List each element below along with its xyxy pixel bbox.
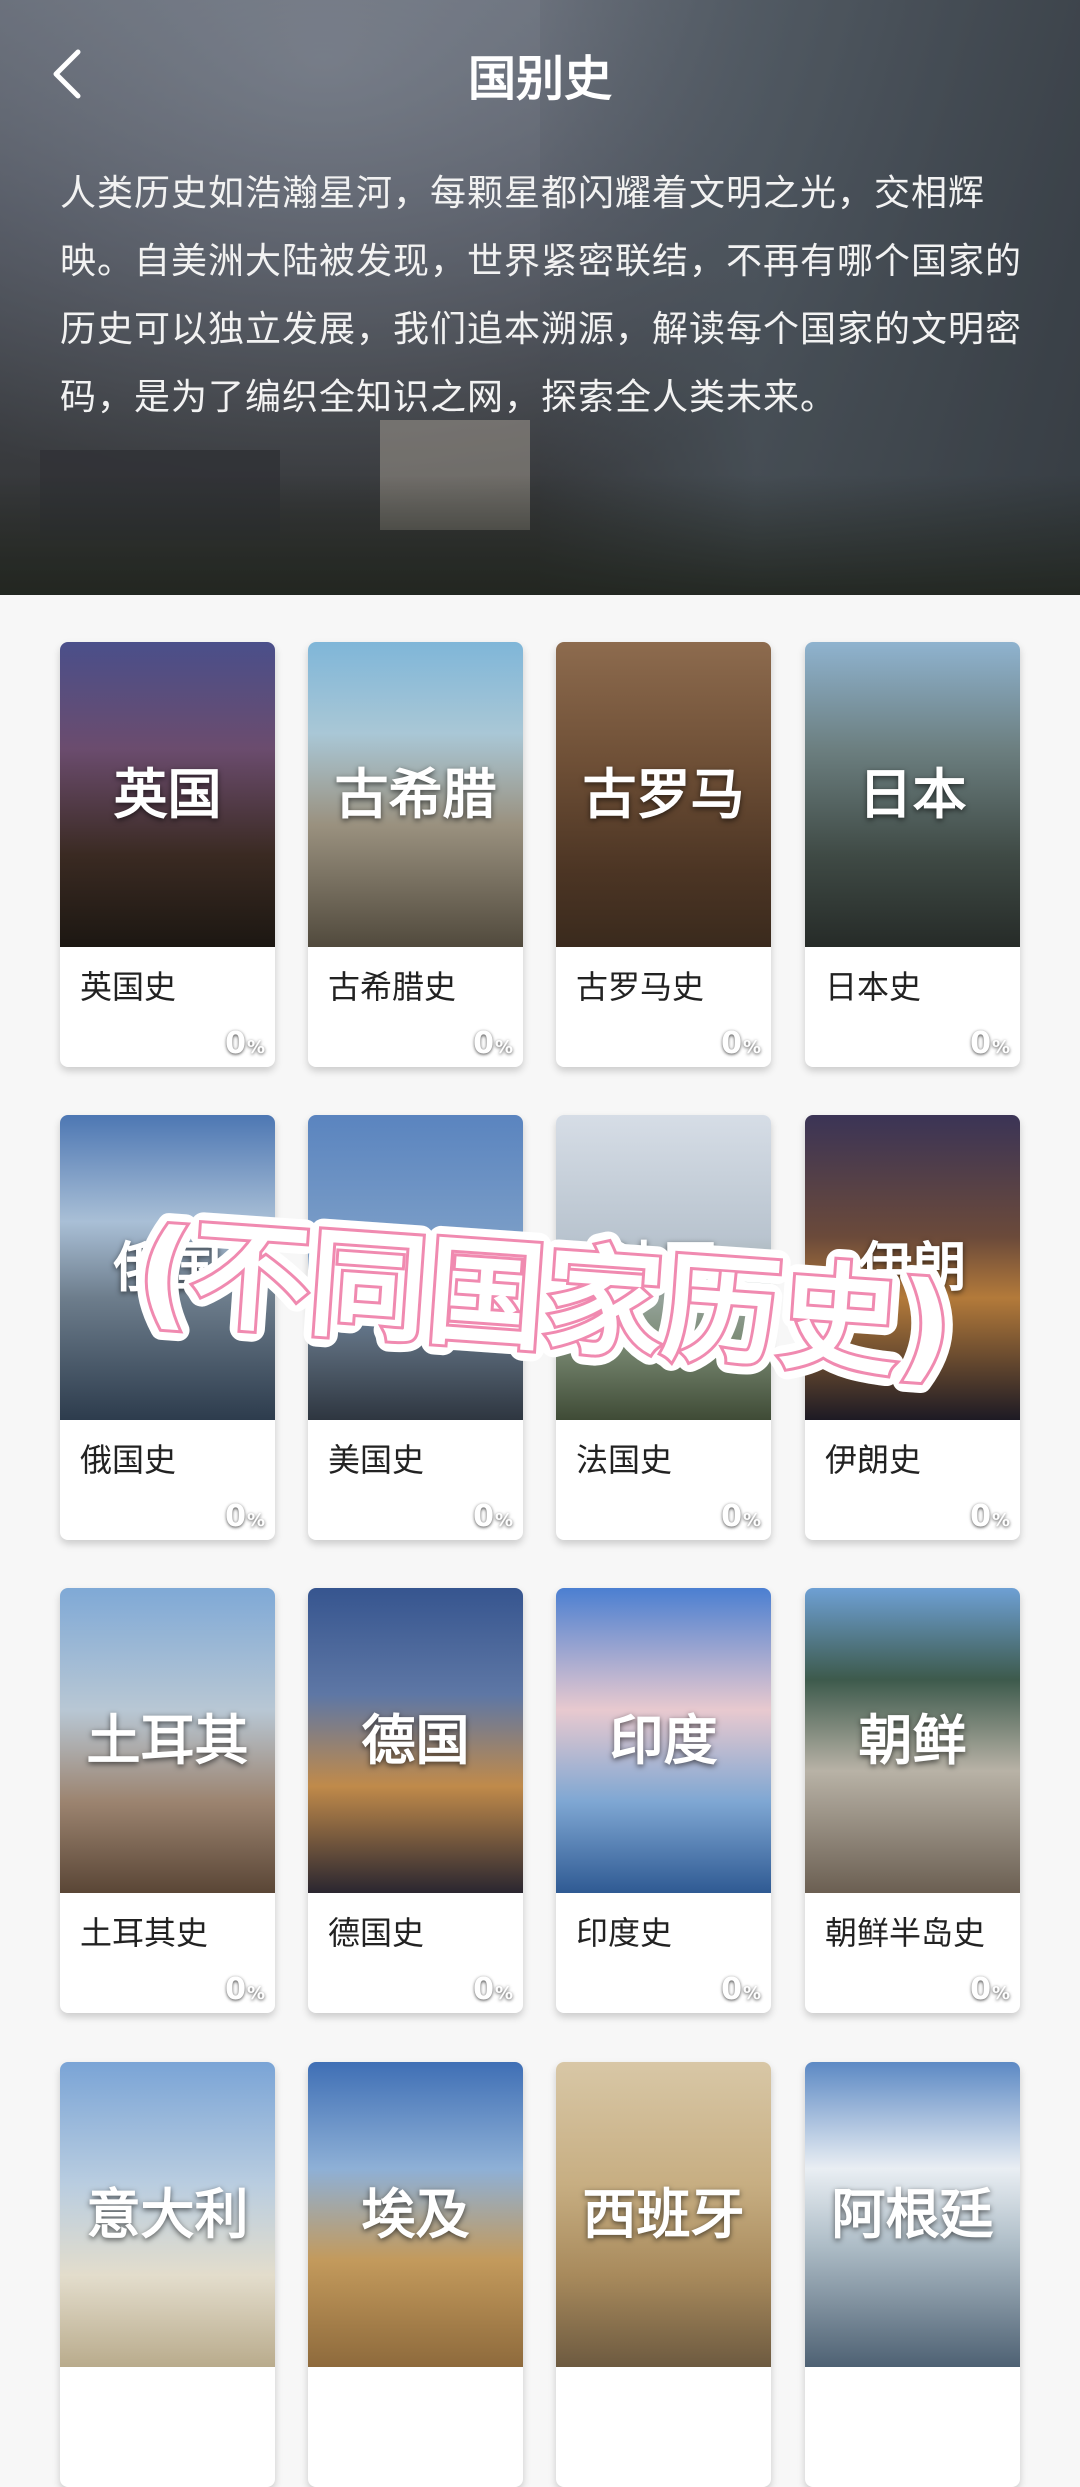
card-image-title: 朝鲜 [858,1708,967,1772]
country-card[interactable]: 古希腊 0% 古希腊史 [308,642,523,1067]
country-card[interactable]: 埃及 [308,2062,523,2487]
progress-percent: 0% [970,1972,1010,2007]
card-label: 古希腊史 [328,968,457,1006]
country-card[interactable]: 朝鲜 0% 朝鲜半岛史 [805,1588,1020,2013]
card-image-title: 英国 [113,762,222,826]
progress-percent: 0% [473,1972,513,2007]
card-label: 英国史 [80,968,177,1006]
card-label: 俄国史 [80,1441,177,1479]
card-image-title: 西班牙 [582,2182,745,2246]
card-label: 德国史 [328,1914,425,1952]
country-card[interactable]: 阿根廷 [805,2062,1020,2487]
progress-percent: 0% [225,1026,265,1061]
intro-text: 人类历史如浩瀚星河，每颗星都闪耀着文明之光，交相辉映。自美洲大陆被发现，世界紧密… [60,173,1023,418]
country-card[interactable]: 土耳其 0% 土耳其史 [60,1588,275,2013]
card-label: 美国史 [328,1441,425,1479]
caption-text: (不同国家历史) [133,1202,957,1397]
country-card[interactable]: 意大利 [60,2062,275,2487]
progress-percent: 0% [225,1499,265,1534]
card-label: 古罗马史 [576,968,705,1006]
progress-percent: 0% [721,1026,761,1061]
progress-percent: 0% [225,1972,265,2007]
card-image-title: 德国 [361,1708,470,1772]
progress-percent: 0% [473,1026,513,1061]
country-card[interactable]: 古罗马 0% 古罗马史 [556,642,771,1067]
country-card[interactable]: 德国 0% 德国史 [308,1588,523,2013]
progress-percent: 0% [970,1026,1010,1061]
progress-percent: 0% [970,1499,1010,1534]
card-image-title: 印度 [609,1708,718,1772]
caption-sticker: (不同国家历史) (不同国家历史) [122,1191,968,1400]
card-label: 朝鲜半岛史 [825,1914,986,1952]
progress-percent: 0% [721,1499,761,1534]
card-image-title: 古罗马 [582,762,745,826]
country-card[interactable]: 英国 0% 英国史 [60,642,275,1067]
card-image-title: 意大利 [86,2182,249,2246]
card-image-title: 阿根廷 [831,2182,994,2246]
country-card[interactable]: 西班牙 [556,2062,771,2487]
country-card[interactable]: 印度 0% 印度史 [556,1588,771,2013]
page-title: 国别史 [467,51,612,107]
card-label: 土耳其史 [80,1914,209,1952]
card-image-title: 古希腊 [334,762,497,826]
card-label: 印度史 [576,1914,673,1952]
card-image-title: 日本 [858,762,967,826]
country-card[interactable]: 日本 0% 日本史 [805,642,1020,1067]
card-label: 伊朗史 [825,1441,922,1479]
header-banner: 国别史 人类历史如浩瀚星河，每颗星都闪耀着文明之光，交相辉映。自美洲大陆被发现，… [0,0,1080,595]
progress-percent: 0% [721,1972,761,2007]
card-label: 日本史 [825,968,922,1006]
card-image-title: 埃及 [361,2182,470,2246]
card-image-title: 土耳其 [86,1708,249,1772]
card-label: 法国史 [576,1441,673,1479]
progress-percent: 0% [473,1499,513,1534]
